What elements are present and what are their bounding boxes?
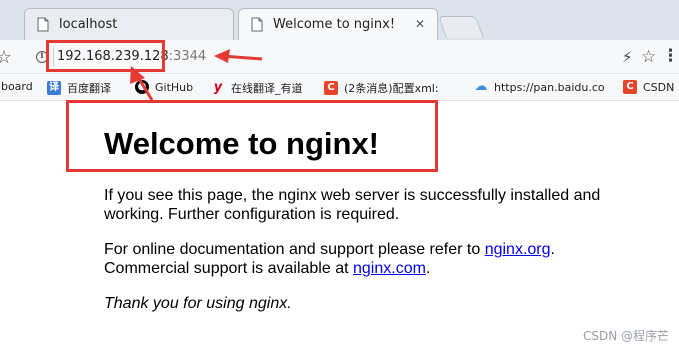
- arrowhead-port: [214, 49, 230, 63]
- annotation-arrows: [130, 49, 263, 101]
- arrowhead-url: [130, 66, 145, 84]
- watermark: CSDN @程序芒: [582, 329, 669, 343]
